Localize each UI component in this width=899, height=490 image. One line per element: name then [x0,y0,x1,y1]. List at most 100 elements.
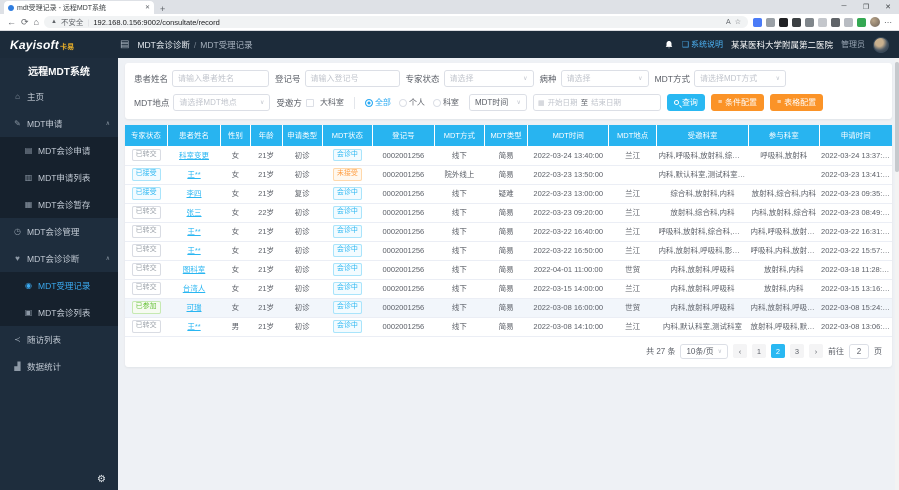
prev-page-button[interactable]: ‹ [733,344,747,358]
register-no-label: 登记号 [275,73,301,85]
cell-register-no: 0002001256 [373,317,434,336]
status-badge: 会诊中 [333,320,362,332]
page-button-1[interactable]: 1 [752,344,766,358]
table-row: 已接受王**女21岁初诊未接受0002001256院外线上简易2022-03-2… [125,165,892,184]
sidebar-item-mdt-apply-temp[interactable]: ▦MDT会诊暂存 [0,191,118,218]
patient-name-link[interactable]: 可瑞 [187,303,202,312]
sidebar-item-mdt-list[interactable]: ▣MDT会诊列表 [0,299,118,326]
date-range-picker[interactable]: ▦ 开始日期 至 结束日期 [533,94,661,111]
next-page-button[interactable]: › [809,344,823,358]
sidebar-item-mdt-diagnose[interactable]: ♥MDT会诊诊断∧ [0,245,118,272]
cell-apply-time: 2022-03-22 16:31:36 [819,222,892,241]
cell-mdt-type: 简易 [485,241,528,260]
patient-name-link[interactable]: 王** [187,170,200,179]
new-tab-button[interactable]: + [160,4,165,14]
column-header: 申请类型 [282,125,322,146]
extension-icon[interactable] [805,18,814,27]
cell-gender: 女 [221,146,250,165]
settings-gear-icon[interactable]: ⚙ [97,474,106,485]
patient-name-link[interactable]: 台湾人 [183,284,206,293]
system-help-link[interactable]: ❑ 系统说明 [682,39,723,50]
patient-name-link[interactable]: 李四 [187,189,202,198]
patient-name-input[interactable]: 请输入患者姓名 [172,70,269,87]
minimize-button[interactable]: ─ [833,0,855,13]
patient-name-link[interactable]: 王** [187,227,200,236]
big-dept-checkbox[interactable] [306,99,314,107]
cell-mdt-type: 简易 [485,222,528,241]
invitee-radio-全部[interactable]: 全部 [365,97,391,108]
cell-mdt-time: 2022-03-23 13:00:00 [528,184,609,203]
cell-invited-depts: 综合科,放射科,内科 [656,184,748,203]
condition-config-button[interactable]: ≡ 条件配置 [711,94,764,111]
shield-icon: ▣ [24,308,33,317]
extension-icon[interactable] [766,18,775,27]
browser-tab[interactable]: mdt受理记录 - 远程MDT系统 ✕ [4,1,154,14]
extension-icon[interactable] [779,18,788,27]
page-button-3[interactable]: 3 [790,344,804,358]
collections-icon[interactable] [844,18,853,27]
extension-icon[interactable] [753,18,762,27]
read-aloud-icon[interactable]: A [726,19,731,26]
address-bar[interactable]: ▲ 不安全 | 192.168.0.156:9002/consultate/re… [44,16,748,28]
scrollbar-thumb[interactable] [895,62,899,172]
cell-name: 王** [167,241,221,260]
expert-status-field: 专家状态 请选择 ∨ [406,70,534,87]
browser-profile-avatar[interactable] [870,17,880,27]
mdt-location-value: 请选择MDT地点 [179,97,236,108]
table-config-button[interactable]: ≡ 表格配置 [770,94,823,111]
patient-name-link[interactable]: 王** [187,246,200,255]
tab-close-icon[interactable]: ✕ [145,4,150,11]
extension-icon[interactable] [792,18,801,27]
disease-select[interactable]: 请选择 ∨ [561,70,649,87]
sidebar-item-mdt-apply[interactable]: ✎MDT申请∧ [0,110,118,137]
register-no-input[interactable]: 请输入登记号 [305,70,400,87]
sidebar-item-follow-list[interactable]: ≺随访列表 [0,326,118,353]
goto-page-input[interactable]: 2 [849,344,869,359]
search-button[interactable]: 查询 [667,94,705,111]
patient-name-link[interactable]: 科室变更 [179,151,209,160]
patient-name-link[interactable]: 图科室 [183,265,206,274]
column-header: MDT方式 [434,125,485,146]
page-size-select[interactable]: 10条/页 ∨ [680,344,728,359]
column-header: 登记号 [373,125,434,146]
sidebar-item-mdt-apply-new[interactable]: ▤MDT会诊申请 [0,137,118,164]
browser-menu-icon[interactable]: ⋯ [884,18,892,27]
sidebar-item-mdt-manage[interactable]: ◷MDT会诊管理 [0,218,118,245]
invitee-radio-个人[interactable]: 个人 [399,97,425,108]
patient-name-link[interactable]: 王** [187,322,200,331]
invitee-radio-科室[interactable]: 科室 [433,97,459,108]
split-screen-icon[interactable] [831,18,840,27]
patient-name-link[interactable]: 张三 [187,208,202,217]
time-field-select[interactable]: MDT时间 ∨ [469,94,527,111]
bookmark-star-icon[interactable]: ☆ [735,18,741,26]
back-icon[interactable]: ← [7,18,16,27]
close-button[interactable]: ✕ [877,0,899,13]
chevron-up-icon: ∧ [106,255,110,262]
sidebar-item-mdt-record[interactable]: ◉MDT受理记录 [0,272,118,299]
expert-status-select[interactable]: 请选择 ∨ [444,70,534,87]
shield-extension-icon[interactable] [857,18,866,27]
cell-apply-type: 初诊 [282,260,322,279]
maximize-button[interactable]: ❐ [855,0,877,13]
config-icon: ≡ [718,99,722,106]
page-button-2[interactable]: 2 [771,344,785,358]
chevron-down-icon: ∨ [776,75,780,82]
column-header: 年龄 [250,125,282,146]
sidebar-item-home[interactable]: ⌂主页 [0,83,118,110]
logo-text: Kayisoft [10,38,59,52]
sidebar-item-statistics[interactable]: ▟数据统计 [0,353,118,380]
cell-apply-time: 2022-03-18 11:28:25 [819,260,892,279]
chevron-down-icon: ∨ [638,75,642,82]
sidebar-item-mdt-apply-list[interactable]: ▥MDT申请列表 [0,164,118,191]
user-avatar[interactable] [873,37,889,53]
extension-icon[interactable] [818,18,827,27]
mdt-mode-select[interactable]: 请选择MDT方式 ∨ [694,70,786,87]
scrollbar[interactable] [895,58,899,490]
reload-icon[interactable]: ⟳ [21,18,29,27]
cell-invited-depts: 内科,放射科,呼吸科 [656,298,748,317]
collapse-menu-icon[interactable]: ▤ [120,39,129,50]
home-icon[interactable]: ⌂ [34,18,39,27]
bell-icon[interactable] [664,40,674,50]
invitee-field: 受邀方 大科室 [276,97,344,109]
mdt-location-select[interactable]: 请选择MDT地点 ∨ [173,94,270,111]
